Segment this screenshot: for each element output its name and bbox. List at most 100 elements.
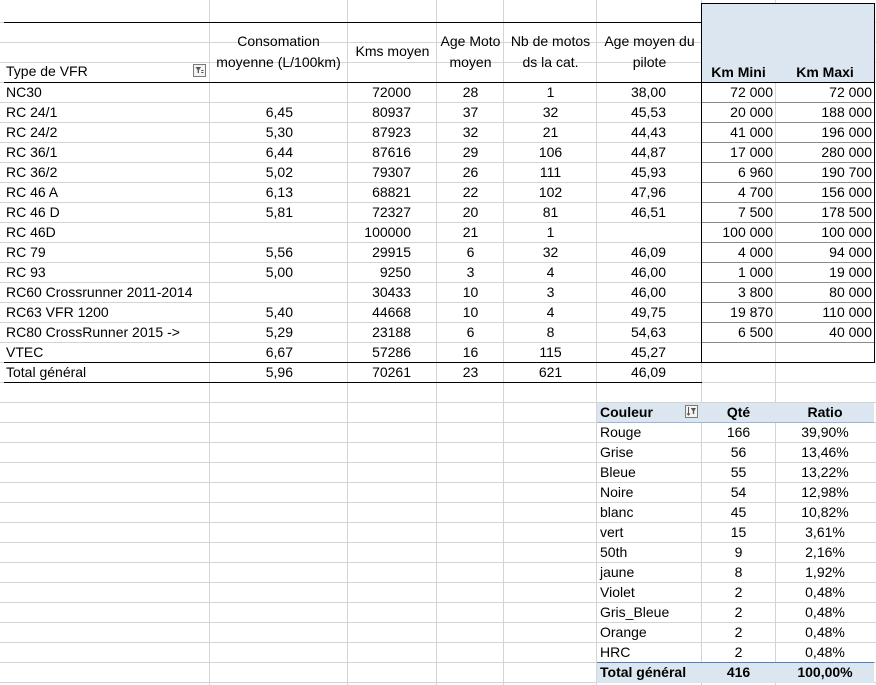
cell-qte: 15 bbox=[730, 524, 747, 540]
cell-qte: 9 bbox=[734, 544, 743, 560]
cell-conso: 5,00 bbox=[265, 264, 293, 280]
cell-conso: 5,30 bbox=[265, 124, 293, 140]
cell-pilote: 44,43 bbox=[630, 124, 666, 140]
filter-type-vfr-button[interactable] bbox=[193, 64, 206, 77]
cell-conso: 5,02 bbox=[265, 164, 293, 180]
km-top-border bbox=[701, 3, 875, 4]
cell-age: 10 bbox=[462, 284, 479, 300]
cell-age: 29 bbox=[462, 144, 479, 160]
cell-type: RC 36/2 bbox=[6, 164, 58, 180]
cell-pilote bbox=[597, 222, 666, 242]
cell-age: 16 bbox=[462, 344, 479, 360]
header-kms: Kms moyen bbox=[355, 43, 430, 59]
cell-qte: 2 bbox=[734, 584, 743, 600]
header-nb-motos: Nb de motos ds la cat. bbox=[504, 31, 597, 73]
header-ratio: Ratio bbox=[807, 404, 843, 420]
header-pilote-line2: pilote bbox=[632, 54, 667, 70]
cell-pilote: 46,00 bbox=[630, 284, 666, 300]
cell-couleur: HRC bbox=[600, 644, 631, 660]
cell-conso: 5,29 bbox=[265, 324, 293, 340]
cell-nb: 1 bbox=[546, 84, 555, 100]
cell-qte: 55 bbox=[730, 464, 747, 480]
cell-couleur: Grise bbox=[600, 444, 634, 460]
cell-nb: 111 bbox=[539, 164, 562, 180]
cell-km-maxi: 190 700 bbox=[821, 164, 872, 180]
cell-ratio: 0,48% bbox=[805, 584, 845, 600]
cell-km-mini: 100 000 bbox=[722, 224, 773, 240]
cell-couleur: Gris_Bleue bbox=[600, 604, 670, 620]
cell-kms: 72327 bbox=[372, 204, 411, 220]
cell-qte: 54 bbox=[730, 484, 747, 500]
cell-nb: 1 bbox=[546, 224, 555, 240]
km-right-border bbox=[874, 3, 875, 362]
cell-ratio: 39,90% bbox=[801, 424, 849, 440]
header-age-line2: moyen bbox=[449, 54, 492, 70]
couleur-total-label: Total général bbox=[600, 664, 687, 680]
cell-conso: 6,13 bbox=[265, 184, 293, 200]
cell-kms: 72000 bbox=[372, 84, 411, 100]
header-type-vfr: Type de VFR bbox=[6, 63, 88, 79]
cell-km-maxi: 156 000 bbox=[821, 184, 872, 200]
cell-qte: 2 bbox=[734, 644, 743, 660]
cell-ratio: 0,48% bbox=[805, 624, 845, 640]
header-nb-line1: Nb de motos bbox=[510, 33, 591, 49]
km-row-border bbox=[702, 342, 874, 343]
sort-couleur-button[interactable] bbox=[685, 405, 698, 418]
cell-qte: 8 bbox=[734, 564, 743, 580]
total-nb: 621 bbox=[538, 364, 563, 380]
total-conso: 5,96 bbox=[265, 364, 293, 380]
cell-type: RC 93 bbox=[6, 264, 46, 280]
cell-age: 10 bbox=[462, 304, 479, 320]
cell-conso: 5,56 bbox=[265, 244, 293, 260]
cell-kms: 79307 bbox=[372, 164, 411, 180]
cell-kms: 87616 bbox=[372, 144, 411, 160]
cell-pilote: 49,75 bbox=[630, 304, 666, 320]
cell-km-maxi: 80 000 bbox=[829, 284, 872, 300]
cell-type: RC 24/1 bbox=[6, 104, 58, 120]
cell-type: RC 24/2 bbox=[6, 124, 58, 140]
cell-kms: 87923 bbox=[372, 124, 411, 140]
cell-couleur: jaune bbox=[600, 564, 635, 580]
cell-pilote: 54,63 bbox=[630, 324, 666, 340]
cell-type: RC 46D bbox=[6, 224, 56, 240]
header-pilote-line1: Age moyen du bbox=[604, 33, 695, 49]
spreadsheet-grid[interactable]: Type de VFR Consomation moyenne (L/100km… bbox=[0, 0, 876, 685]
cell-age: 6 bbox=[466, 324, 475, 340]
cell-km-mini: 4 000 bbox=[737, 244, 773, 260]
header-qte: Qté bbox=[726, 404, 751, 420]
cell-km-mini: 19 870 bbox=[730, 304, 773, 320]
cell-type: RC63 VFR 1200 bbox=[6, 304, 109, 320]
cell-qte: 166 bbox=[726, 424, 751, 440]
cell-pilote: 46,51 bbox=[630, 204, 666, 220]
cell-km-mini: 6 960 bbox=[737, 164, 773, 180]
cell-nb: 102 bbox=[538, 184, 563, 200]
cell-couleur: Rouge bbox=[600, 424, 642, 440]
cell-km-maxi: 72 000 bbox=[829, 84, 872, 100]
cell-km-maxi: 40 000 bbox=[829, 324, 872, 340]
cell-conso bbox=[209, 222, 293, 242]
cell-pilote: 45,53 bbox=[630, 104, 666, 120]
cell-age: 37 bbox=[462, 104, 479, 120]
cell-couleur: Noire bbox=[600, 484, 634, 500]
km-left-border bbox=[701, 3, 702, 362]
cell-nb: 32 bbox=[542, 104, 559, 120]
cell-km-mini: 20 000 bbox=[730, 104, 773, 120]
cell-conso: 6,67 bbox=[265, 344, 293, 360]
cell-type: RC 46 D bbox=[6, 204, 60, 220]
cell-nb: 3 bbox=[546, 284, 555, 300]
total-type: Total général bbox=[6, 364, 87, 380]
cell-kms: 44668 bbox=[372, 304, 411, 320]
header-age-pilote: Age moyen du pilote bbox=[597, 31, 702, 73]
cell-type: RC60 Crossrunner 2011-2014 bbox=[6, 284, 193, 300]
cell-pilote: 45,27 bbox=[630, 344, 666, 360]
header-age-moto: Age Moto moyen bbox=[437, 31, 504, 73]
cell-age: 22 bbox=[462, 184, 479, 200]
cell-nb: 8 bbox=[546, 324, 555, 340]
cell-conso bbox=[209, 82, 293, 102]
cell-km-mini: 17 000 bbox=[730, 144, 773, 160]
cell-km-maxi: 196 000 bbox=[821, 124, 872, 140]
cell-couleur: Violet bbox=[600, 584, 635, 600]
cell-age: 32 bbox=[462, 124, 479, 140]
total-pilote: 46,09 bbox=[630, 364, 666, 380]
cell-kms: 23188 bbox=[372, 324, 411, 340]
